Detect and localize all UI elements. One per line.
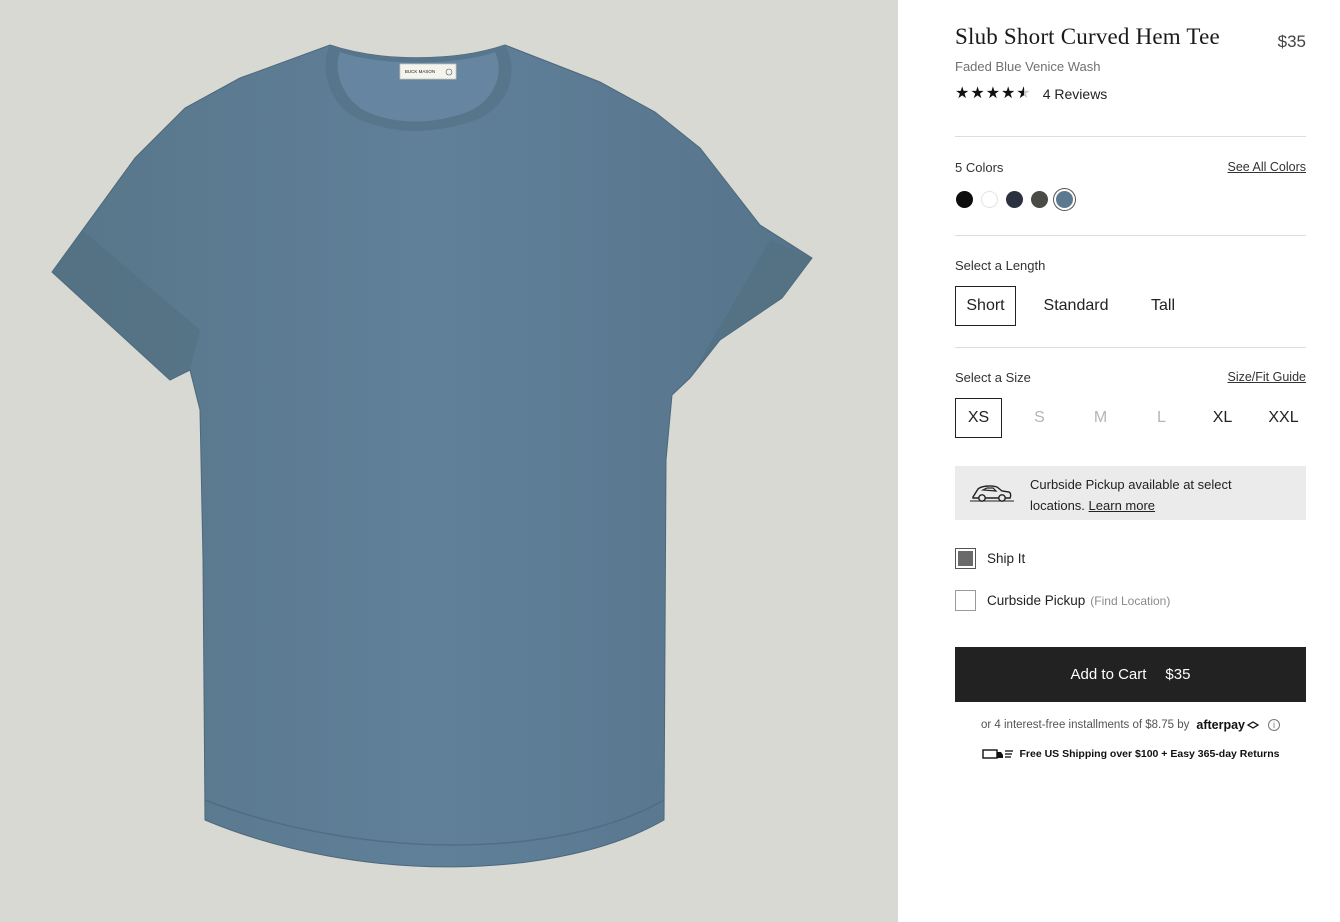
colors-count: 5 Colors bbox=[955, 160, 1004, 175]
learn-more-link[interactable]: Learn more bbox=[1089, 498, 1155, 513]
see-all-colors-link[interactable]: See All Colors bbox=[1227, 160, 1306, 174]
divider bbox=[955, 235, 1306, 236]
size-option-xs[interactable]: XS bbox=[955, 398, 1002, 438]
length-option-tall[interactable]: Tall bbox=[1140, 286, 1186, 326]
add-to-cart-price: $35 bbox=[1165, 666, 1191, 683]
color-swatch-black[interactable] bbox=[956, 191, 973, 208]
product-details-panel: Slub Short Curved Hem Tee $35 Faded Blue… bbox=[898, 0, 1340, 922]
divider bbox=[955, 136, 1306, 137]
length-label: Select a Length bbox=[955, 258, 1046, 273]
curbside-pickup-option[interactable]: Curbside Pickup (Find Location) bbox=[955, 590, 1170, 611]
product-image: BUCK MASON bbox=[0, 0, 898, 922]
curbside-banner: Curbside Pickup available at select loca… bbox=[955, 466, 1306, 520]
car-icon bbox=[970, 485, 1014, 502]
product-color-name: Faded Blue Venice Wash bbox=[955, 59, 1101, 74]
product-price: $35 bbox=[1277, 32, 1306, 51]
size-label: Select a Size bbox=[955, 370, 1031, 385]
shirt-tag-brand: BUCK MASON bbox=[405, 69, 435, 74]
color-swatch-white[interactable] bbox=[981, 191, 998, 208]
curbside-pickup-checkbox[interactable] bbox=[955, 590, 976, 611]
shipping-text: Free US Shipping over $100 + Easy 365-da… bbox=[1019, 748, 1280, 760]
length-option-short[interactable]: Short bbox=[955, 286, 1016, 326]
size-option-l[interactable]: L bbox=[1138, 398, 1185, 438]
curbside-pickup-label: Curbside Pickup bbox=[987, 593, 1086, 608]
length-options: Short Standard Tall bbox=[955, 286, 1186, 326]
size-fit-guide-link[interactable]: Size/Fit Guide bbox=[1227, 370, 1306, 384]
find-location-link[interactable]: (Find Location) bbox=[1090, 594, 1170, 608]
curbside-text: Curbside Pickup available at select loca… bbox=[1030, 474, 1280, 516]
color-swatch-navy[interactable] bbox=[1006, 191, 1023, 208]
reviews-link[interactable]: 4 Reviews bbox=[1043, 86, 1108, 102]
star-icon: ★ bbox=[985, 85, 1001, 102]
size-option-m[interactable]: M bbox=[1077, 398, 1124, 438]
length-option-standard[interactable]: Standard bbox=[1016, 286, 1136, 326]
add-to-cart-label: Add to Cart bbox=[1070, 666, 1147, 683]
afterpay-logo: afterpay bbox=[1196, 718, 1246, 732]
tshirt-illustration: BUCK MASON bbox=[51, 44, 813, 868]
color-swatches bbox=[956, 191, 1073, 208]
color-swatch-charcoal[interactable] bbox=[1031, 191, 1048, 208]
color-swatch-faded-blue[interactable] bbox=[1056, 191, 1073, 208]
shipping-info: Free US Shipping over $100 + Easy 365-da… bbox=[955, 748, 1306, 760]
afterpay-text: or 4 interest-free installments of $8.75… bbox=[980, 719, 1190, 731]
afterpay-info: or 4 interest-free installments of $8.75… bbox=[955, 718, 1306, 732]
truck-icon bbox=[981, 749, 1013, 759]
ship-it-checkbox[interactable] bbox=[955, 548, 976, 569]
afterpay-arrows-icon bbox=[1246, 721, 1260, 729]
size-option-xl[interactable]: XL bbox=[1199, 398, 1246, 438]
size-option-xxl[interactable]: XXL bbox=[1260, 398, 1307, 438]
divider bbox=[955, 347, 1306, 348]
star-icon: ★ bbox=[955, 85, 970, 102]
rating-stars: ★ ★ ★ ★ ★ bbox=[955, 85, 1031, 103]
ship-it-option[interactable]: Ship It bbox=[955, 548, 1025, 569]
size-option-s[interactable]: S bbox=[1016, 398, 1063, 438]
add-to-cart-button[interactable]: Add to Cart $35 bbox=[955, 647, 1306, 702]
star-icon: ★ bbox=[970, 85, 985, 102]
star-icon: ★ bbox=[1001, 85, 1016, 102]
product-title: Slub Short Curved Hem Tee bbox=[955, 24, 1220, 49]
product-rating[interactable]: ★ ★ ★ ★ ★ 4 Reviews bbox=[955, 85, 1107, 103]
size-options: XS S M L XL XXL bbox=[955, 398, 1307, 438]
half-star-icon: ★ bbox=[1016, 85, 1030, 103]
info-icon[interactable]: i bbox=[1268, 719, 1281, 731]
ship-it-label: Ship It bbox=[987, 551, 1026, 566]
